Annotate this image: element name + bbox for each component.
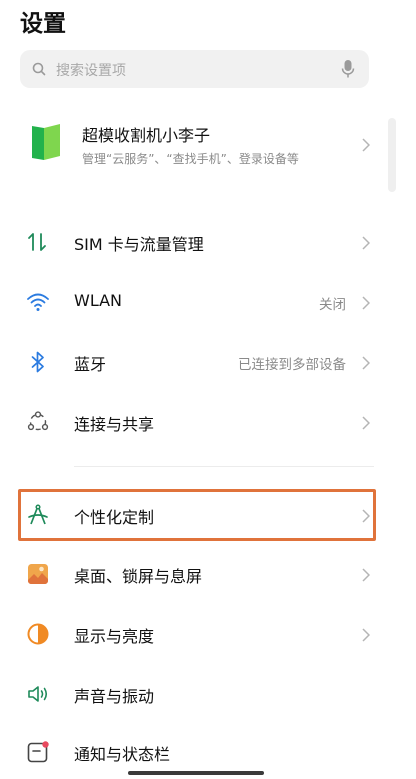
chevron-right-icon	[362, 508, 371, 527]
settings-item-label: 声音与振动	[74, 687, 155, 706]
scrollbar[interactable]	[388, 118, 396, 192]
settings-item-label: 桌面、锁屏与息屏	[74, 567, 203, 586]
chevron-right-icon	[362, 355, 371, 374]
microphone-icon[interactable]	[341, 59, 355, 83]
speaker-icon	[26, 682, 50, 706]
bluetooth-status: 已连接到多部设备	[238, 357, 346, 373]
chevron-right-icon	[362, 295, 371, 314]
settings-item-label: SIM 卡与流量管理	[74, 235, 204, 254]
wlan-status: 关闭	[319, 297, 346, 313]
settings-item-wlan[interactable]: WLAN 关闭	[0, 272, 390, 332]
account-name: 超模收割机小李子	[82, 126, 211, 145]
settings-item-sound-vibration[interactable]: 声音与振动	[0, 664, 390, 724]
settings-item-label: 通知与状态栏	[74, 745, 171, 764]
account-card[interactable]: 超模收割机小李子 管理“云服务”、“查找手机”、登录设备等	[0, 108, 390, 183]
settings-item-label: WLAN	[74, 291, 123, 310]
section-divider	[74, 466, 374, 467]
wallpaper-icon	[26, 562, 50, 586]
bluetooth-icon	[26, 350, 50, 374]
settings-item-label: 蓝牙	[74, 355, 107, 374]
settings-item-bluetooth[interactable]: 蓝牙 已连接到多部设备	[0, 332, 390, 392]
share-connection-icon	[26, 410, 50, 434]
home-indicator[interactable]	[128, 771, 264, 775]
personalization-icon	[26, 503, 50, 527]
account-avatar-icon	[30, 122, 62, 166]
account-subtitle: 管理“云服务”、“查找手机”、登录设备等	[82, 152, 299, 166]
wifi-icon	[26, 290, 50, 314]
settings-item-personalization[interactable]: 个性化定制	[0, 485, 390, 545]
settings-screen: 设置 搜索设置项 超模收割机小李子 管理“云服务”、“查找手机”、登录设备等 S…	[0, 0, 416, 779]
search-bar[interactable]: 搜索设置项	[20, 50, 369, 88]
page-title: 设置	[20, 11, 66, 37]
settings-item-label: 显示与亮度	[74, 627, 155, 646]
search-icon	[32, 61, 46, 80]
chevron-right-icon	[362, 235, 371, 254]
chevron-right-icon	[362, 415, 371, 434]
settings-item-label: 连接与共享	[74, 415, 155, 434]
search-input[interactable]: 搜索设置项	[56, 60, 126, 80]
chevron-right-icon	[362, 137, 371, 156]
settings-item-display-brightness[interactable]: 显示与亮度	[0, 604, 390, 664]
settings-item-home-lock-screen[interactable]: 桌面、锁屏与息屏	[0, 544, 390, 604]
chevron-right-icon	[362, 627, 371, 646]
settings-item-sim[interactable]: SIM 卡与流量管理	[0, 212, 390, 272]
chevron-right-icon	[362, 567, 371, 586]
notification-icon	[26, 740, 50, 764]
settings-item-label: 个性化定制	[74, 508, 155, 527]
sim-data-icon	[26, 230, 50, 254]
brightness-icon	[26, 622, 50, 646]
settings-item-connection-sharing[interactable]: 连接与共享	[0, 392, 390, 452]
